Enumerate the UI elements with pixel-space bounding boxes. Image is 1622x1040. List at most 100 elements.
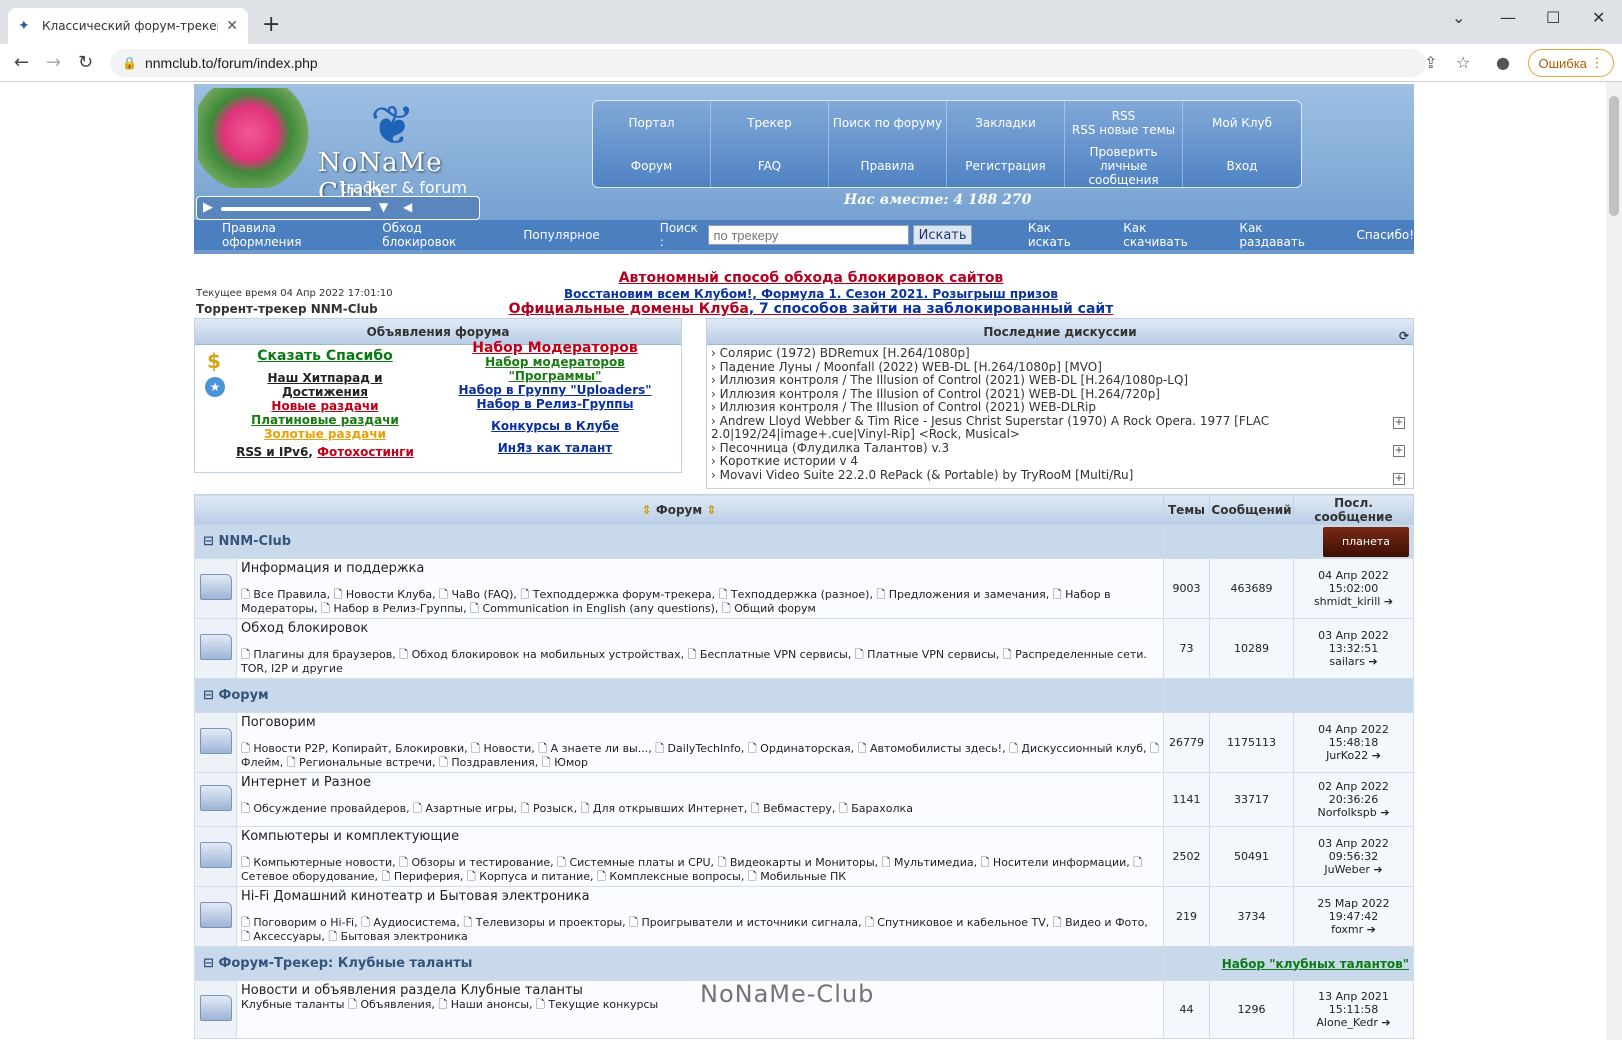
last-post-user[interactable]: Norfolkspb [1318, 806, 1377, 819]
forum-name[interactable]: Обход блокировок [241, 621, 1159, 636]
subforum-list[interactable]: Плагины для браузеров, 🗋 Обход блокирово… [241, 648, 1147, 675]
link-new-releases[interactable]: Новые раздачи [235, 399, 415, 413]
link-uploaders[interactable]: Набор в Группу "Uploaders" [445, 383, 665, 397]
menu-portal[interactable]: Портал [593, 101, 711, 144]
last-post-user[interactable]: foxmr [1331, 923, 1363, 936]
subforum-list[interactable]: Обсуждение провайдеров, 🗋 Азартные игры,… [253, 802, 913, 815]
announcement-f1-link[interactable]: Формула 1. Сезон 2021. Розыгрыш призов [761, 287, 1058, 301]
tab-search-icon[interactable]: ⌄ [1452, 8, 1465, 27]
subforum-list[interactable]: Все Правила, 🗋 Новости Клуба, 🗋 ЧаВо (FA… [241, 588, 1111, 615]
last-post-user[interactable]: sailars [1329, 655, 1365, 668]
bookmark-star-icon[interactable]: ☆ [1456, 53, 1470, 72]
link-hitparade[interactable]: Наш Хитпарад и Достижения [235, 371, 415, 399]
error-button[interactable]: Ошибка ⋮ [1528, 49, 1614, 77]
search-input[interactable] [708, 225, 910, 245]
forum-name[interactable]: Компьютеры и комплектующие [241, 829, 1159, 844]
scrollbar[interactable] [1606, 82, 1622, 1040]
search-button[interactable]: Искать [913, 225, 972, 245]
discussion-item[interactable]: › Песочница (Флудилка Талантов) v.3 [711, 441, 1387, 456]
forum-name[interactable]: Hi-Fi Домашний кинотеатр и Бытовая элект… [241, 889, 1159, 904]
last-post-user[interactable]: JuWeber [1324, 863, 1370, 876]
planet-banner[interactable]: планета [1323, 526, 1409, 557]
discussion-link[interactable]: Иллюзия контроля / The Illusion of Contr… [720, 400, 1096, 414]
goto-post-icon[interactable]: ➔ [1372, 749, 1381, 762]
discussion-link[interactable]: Иллюзия контроля / The Illusion of Contr… [720, 387, 1160, 401]
refresh-icon[interactable]: ⟳ [1399, 323, 1409, 349]
menu-forum[interactable]: Форум [593, 144, 711, 187]
category-forum[interactable]: ⊟ Форум [194, 678, 1164, 713]
link-contests[interactable]: Конкурсы в Клубе [445, 419, 665, 433]
reload-icon[interactable]: ↻ [78, 52, 93, 73]
goto-post-icon[interactable]: ➔ [1384, 595, 1393, 608]
subforums[interactable]: 🗋 Все Правила, 🗋 Новости Клуба, 🗋 ЧаВо (… [241, 588, 1111, 615]
link-platinum[interactable]: Платиновые раздачи [235, 413, 415, 427]
goto-post-icon[interactable]: ➔ [1368, 655, 1377, 668]
menu-rules[interactable]: Правила [829, 144, 947, 187]
goto-post-icon[interactable]: ➔ [1373, 863, 1382, 876]
link-mods-programs[interactable]: Набор модераторов "Программы" [445, 355, 665, 383]
link-photo-hosting[interactable]: Фотохостинги [317, 445, 414, 459]
profile-icon[interactable]: ● [1496, 53, 1510, 72]
subforums[interactable]: 🗋 Компьютерные новости, 🗋 Обзоры и тести… [241, 856, 1142, 883]
subforum-list[interactable]: Компьютерные новости, 🗋 Обзоры и тестиро… [241, 856, 1142, 883]
announcement-bypass-link[interactable]: Автономный способ обхода блокировок сайт… [0, 270, 1622, 286]
discussion-link[interactable]: Andrew Lloyd Webber & Tim Rice - Jesus C… [711, 414, 1269, 442]
discussion-item[interactable]: › Падение Луны / Moonfall (2022) WEB-DL … [711, 360, 1387, 375]
lock-icon[interactable]: 🔒 [122, 56, 137, 70]
station-dropdown-icon[interactable]: ▼ [379, 200, 388, 214]
discussion-link[interactable]: Солярис (1972) BDRemux [H.264/1080p] [720, 346, 970, 360]
subforums[interactable]: Клубные таланты 🗋 Объявления, 🗋 Наши ано… [241, 998, 658, 1011]
discussion-link[interactable]: Песочница (Флудилка Талантов) v.3 [720, 441, 949, 455]
browser-tab[interactable]: ✦ Классический форум-трекер :: N ✕ [8, 8, 248, 44]
collapse-icon[interactable]: ⊟ [203, 688, 214, 703]
announcement-ways-link[interactable]: 7 способов зайти на заблокированный сайт [759, 301, 1113, 317]
last-post-user[interactable]: JurKo22 [1326, 749, 1368, 762]
discussion-link[interactable]: Иллюзия контроля / The Illusion of Contr… [720, 373, 1188, 387]
maximize-icon[interactable]: ☐ [1546, 8, 1560, 27]
discussion-link[interactable]: Movavi Video Suite 22.2.0 RePack (& Port… [720, 468, 1134, 482]
play-icon[interactable]: ▶ [203, 200, 213, 215]
link-design-rules[interactable]: Правила оформления [222, 221, 354, 249]
minimize-icon[interactable]: — [1500, 8, 1516, 27]
menu-my-club[interactable]: Мой Клуб [1183, 101, 1301, 144]
collapse-icon[interactable]: ⊟ [203, 534, 214, 549]
close-window-icon[interactable]: ✕ [1592, 8, 1605, 27]
last-post-user[interactable]: Alone_Kedr [1316, 1016, 1378, 1029]
collapse-icon[interactable]: ⊟ [203, 956, 214, 971]
player-progress[interactable] [221, 207, 371, 211]
link-moderators[interactable]: Набор Модераторов [445, 341, 665, 355]
link-languages[interactable]: ИнЯз как талант [445, 441, 665, 455]
forum-name[interactable]: Информация и поддержка [241, 561, 1159, 576]
address-bar[interactable]: 🔒 nnmclub.to/forum/index.php [110, 49, 1426, 77]
discussion-item[interactable]: › Andrew Lloyd Webber & Tim Rice - Jesus… [711, 414, 1387, 442]
goto-post-icon[interactable]: ➔ [1367, 923, 1376, 936]
subforum-list[interactable]: Поговорим о Hi-Fi, 🗋 Аудиосистема, 🗋 Тел… [241, 916, 1148, 943]
link-how-download[interactable]: Как скачивать [1123, 221, 1211, 249]
forum-name[interactable]: Интернет и Разное [241, 775, 1159, 790]
scrollbar-thumb[interactable] [1609, 96, 1619, 216]
link-rss-ipv6[interactable]: RSS и IPv6 [236, 445, 308, 459]
announcement-restore-link[interactable]: Восстановим всем Клубом! [564, 287, 752, 301]
back-icon[interactable]: ← [14, 52, 29, 73]
subforums[interactable]: 🗋 Обсуждение провайдеров, 🗋 Азартные игр… [241, 802, 913, 815]
link-how-seed[interactable]: Как раздавать [1239, 221, 1328, 249]
discussion-item[interactable]: › Иллюзия контроля / The Illusion of Con… [711, 387, 1387, 402]
discussion-link[interactable]: Падение Луны / Moonfall (2022) WEB-DL [H… [720, 360, 1102, 374]
menu-bookmarks[interactable]: Закладки [947, 101, 1065, 144]
discussion-link[interactable]: Короткие истории v 4 [720, 454, 858, 468]
expand-icon[interactable]: + [1393, 417, 1405, 429]
subforums[interactable]: 🗋 Плагины для браузеров, 🗋 Обход блокиро… [241, 648, 1147, 675]
announcement-domains-link[interactable]: Официальные домены Клуба [509, 301, 749, 317]
subforum-list[interactable]: Новости P2P, Копирайт, Блокировки, 🗋 Нов… [241, 742, 1159, 769]
col-forum[interactable]: ⇕ Форум ⇕ [194, 494, 1164, 525]
new-tab-icon[interactable]: + [262, 12, 280, 37]
last-post-user[interactable]: shmidt_kirill [1314, 595, 1380, 608]
expand-icon[interactable]: + [1393, 445, 1405, 457]
talents-recruit-link[interactable]: Набор "клубных талантов" [1222, 957, 1409, 971]
site-logo[interactable]: ❦ NoNaMe Club tracker & forum [198, 88, 468, 208]
discussion-item[interactable]: › Иллюзия контроля / The Illusion of Con… [711, 400, 1387, 415]
menu-register[interactable]: Регистрация [947, 144, 1065, 187]
subforums[interactable]: 🗋 Новости P2P, Копирайт, Блокировки, 🗋 Н… [241, 742, 1159, 769]
discussion-item[interactable]: › Короткие истории v 4 [711, 454, 1387, 469]
menu-faq[interactable]: FAQ [711, 144, 829, 187]
